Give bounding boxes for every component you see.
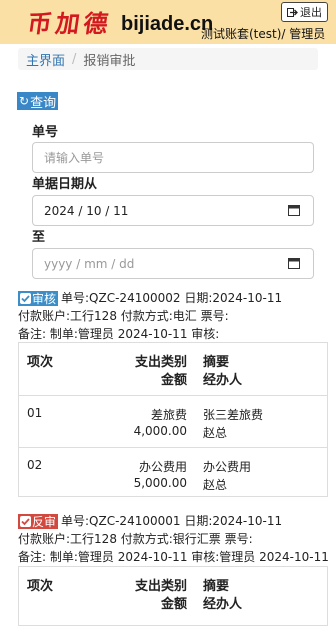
approve-button[interactable]: 审核 <box>18 291 59 306</box>
record-remarks: 备注: 制单:管理员 2024-10-11 审核:管理员 2024-10-11 <box>18 550 329 564</box>
date-from-value: 2024 / 10 / 11 <box>44 203 129 218</box>
row-item: 02 <box>27 458 43 472</box>
table-row: 01 差旅费 4,000.00 张三差旅费 赵总 <box>19 395 327 447</box>
row-amount: 4,000.00 <box>133 424 187 438</box>
col-amount-header: 金额 <box>160 373 187 388</box>
col-category-header: 支出类别 <box>134 579 187 594</box>
calendar-icon[interactable] <box>288 204 300 216</box>
record-payment-info: 付款账户:工行128 付款方式:电汇 票号: <box>18 309 229 323</box>
table-row: 02 办公费用 5,000.00 办公费用 赵总 <box>19 447 327 498</box>
approve-label: 审核 <box>32 292 57 306</box>
col-amount-header: 金额 <box>160 597 187 612</box>
record-header-line: 反审 单号:QZC-24100001 日期:2024-10-11 <box>18 512 282 529</box>
date-to-placeholder: yyyy / mm / dd <box>44 256 135 271</box>
row-handler: 赵总 <box>203 478 228 492</box>
date-to-label: 至 <box>32 230 46 245</box>
query-button[interactable]: ↻ 查询 <box>17 92 59 111</box>
row-summary: 办公费用 <box>203 460 252 474</box>
logout-button[interactable]: 退出 <box>281 2 328 22</box>
account-info: 测试账套(test)/ 管理员 <box>201 27 326 41</box>
table-header-row: 项次 支出类别 金额 摘要 经办人 <box>19 567 327 619</box>
breadcrumb-home-link[interactable]: 主界面 <box>26 50 65 69</box>
check-icon <box>20 516 31 527</box>
date-to-input[interactable]: yyyy / mm / dd <box>32 248 314 279</box>
col-handler-header: 经办人 <box>203 373 243 388</box>
record-number-date: 单号:QZC-24100001 日期:2024-10-11 <box>61 514 283 528</box>
row-category: 差旅费 <box>150 408 187 422</box>
calendar-icon[interactable] <box>288 257 300 269</box>
table-header-row: 项次 支出类别 金额 摘要 经办人 <box>19 343 327 395</box>
breadcrumb-current: 报销审批 <box>83 53 136 69</box>
logout-icon <box>287 7 298 17</box>
col-summary-header: 摘要 <box>203 579 230 594</box>
col-item-header: 项次 <box>27 579 54 594</box>
order-no-input[interactable]: 请输入单号 <box>32 142 314 173</box>
date-from-label: 单据日期从 <box>32 177 98 192</box>
record-header-line: 审核 单号:QZC-24100002 日期:2024-10-11 <box>18 289 282 306</box>
logout-label: 退出 <box>300 6 322 19</box>
row-handler: 赵总 <box>203 426 228 440</box>
order-no-placeholder: 请输入单号 <box>44 151 105 165</box>
record-items-table: 项次 支出类别 金额 摘要 经办人 01 差旅费 4,000.00 张三差旅费 … <box>18 342 328 497</box>
col-summary-header: 摘要 <box>203 355 230 370</box>
order-no-label: 单号 <box>32 125 59 140</box>
row-category: 办公费用 <box>138 460 187 474</box>
reverse-approve-button[interactable]: 反审 <box>18 514 59 529</box>
refresh-icon: ↻ <box>19 94 30 108</box>
row-summary: 张三差旅费 <box>203 408 264 422</box>
logo-chinese: 币加德 <box>25 9 114 38</box>
breadcrumb: 主界面 / 报销审批 <box>18 48 318 70</box>
record-number-date: 单号:QZC-24100002 日期:2024-10-11 <box>61 291 283 305</box>
check-icon <box>20 293 31 304</box>
col-category-header: 支出类别 <box>134 355 187 370</box>
reverse-approve-label: 反审 <box>32 515 57 529</box>
col-item-header: 项次 <box>27 355 54 370</box>
app-header: 币加德 bijiade.cn 测试账套(test)/ 管理员 退出 <box>0 0 336 44</box>
logo-domain: bijiade.cn <box>121 13 214 35</box>
record-items-table: 项次 支出类别 金额 摘要 经办人 <box>18 566 328 626</box>
row-amount: 5,000.00 <box>133 476 187 490</box>
date-from-input[interactable]: 2024 / 10 / 11 <box>32 195 314 226</box>
breadcrumb-separator: / <box>72 51 77 67</box>
query-label: 查询 <box>30 95 57 111</box>
record-remarks: 备注: 制单:管理员 2024-10-11 审核: <box>18 327 220 341</box>
record-payment-info: 付款账户:工行128 付款方式:银行汇票 票号: <box>18 532 253 546</box>
row-item: 01 <box>27 406 43 420</box>
col-handler-header: 经办人 <box>203 597 243 612</box>
